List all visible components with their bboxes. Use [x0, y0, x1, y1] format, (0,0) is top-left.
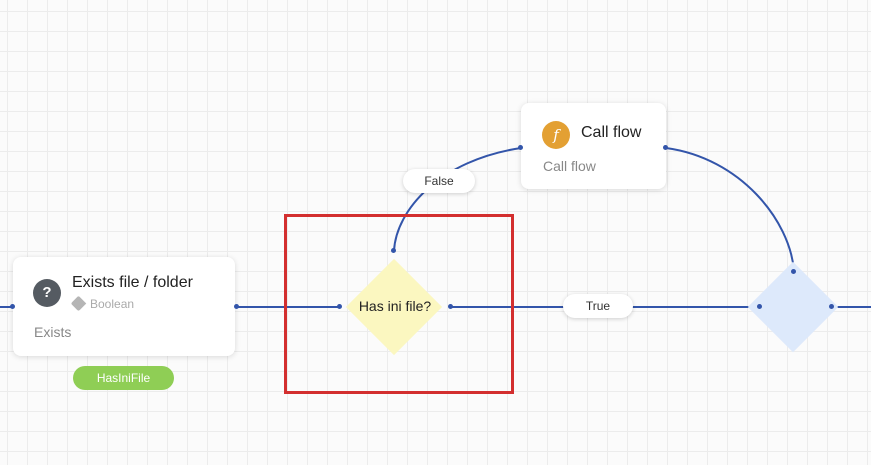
wire-callflow-to-merge	[665, 147, 795, 272]
output-variable-badge[interactable]: HasIniFile	[73, 366, 174, 390]
selection-highlight	[284, 214, 514, 394]
exists-file-type-tag: Boolean	[70, 295, 135, 312]
tag-icon	[70, 295, 87, 312]
call-flow-node-title: Call flow	[581, 124, 642, 141]
question-diamond-icon: ?	[33, 279, 61, 307]
port-callflow-out[interactable]	[663, 145, 668, 150]
port-merge-out[interactable]	[829, 304, 834, 309]
exists-file-node[interactable]: ? Exists file / folder Boolean Exists	[13, 257, 235, 356]
function-icon: f	[542, 121, 570, 149]
port-exists-out[interactable]	[234, 304, 239, 309]
exists-file-node-subtitle: Exists	[34, 324, 72, 340]
port-merge-in[interactable]	[757, 304, 762, 309]
port-callflow-in[interactable]	[518, 145, 523, 150]
true-branch-label[interactable]: True	[563, 294, 633, 318]
call-flow-node[interactable]: f Call flow Call flow	[521, 103, 666, 189]
call-flow-node-subtitle: Call flow	[543, 158, 596, 174]
port-exists-in[interactable]	[10, 304, 15, 309]
type-tag-label: Boolean	[90, 297, 135, 311]
false-branch-label[interactable]: False	[403, 169, 475, 193]
port-merge-top[interactable]	[791, 269, 796, 274]
exists-file-node-title: Exists file / folder	[72, 274, 193, 291]
